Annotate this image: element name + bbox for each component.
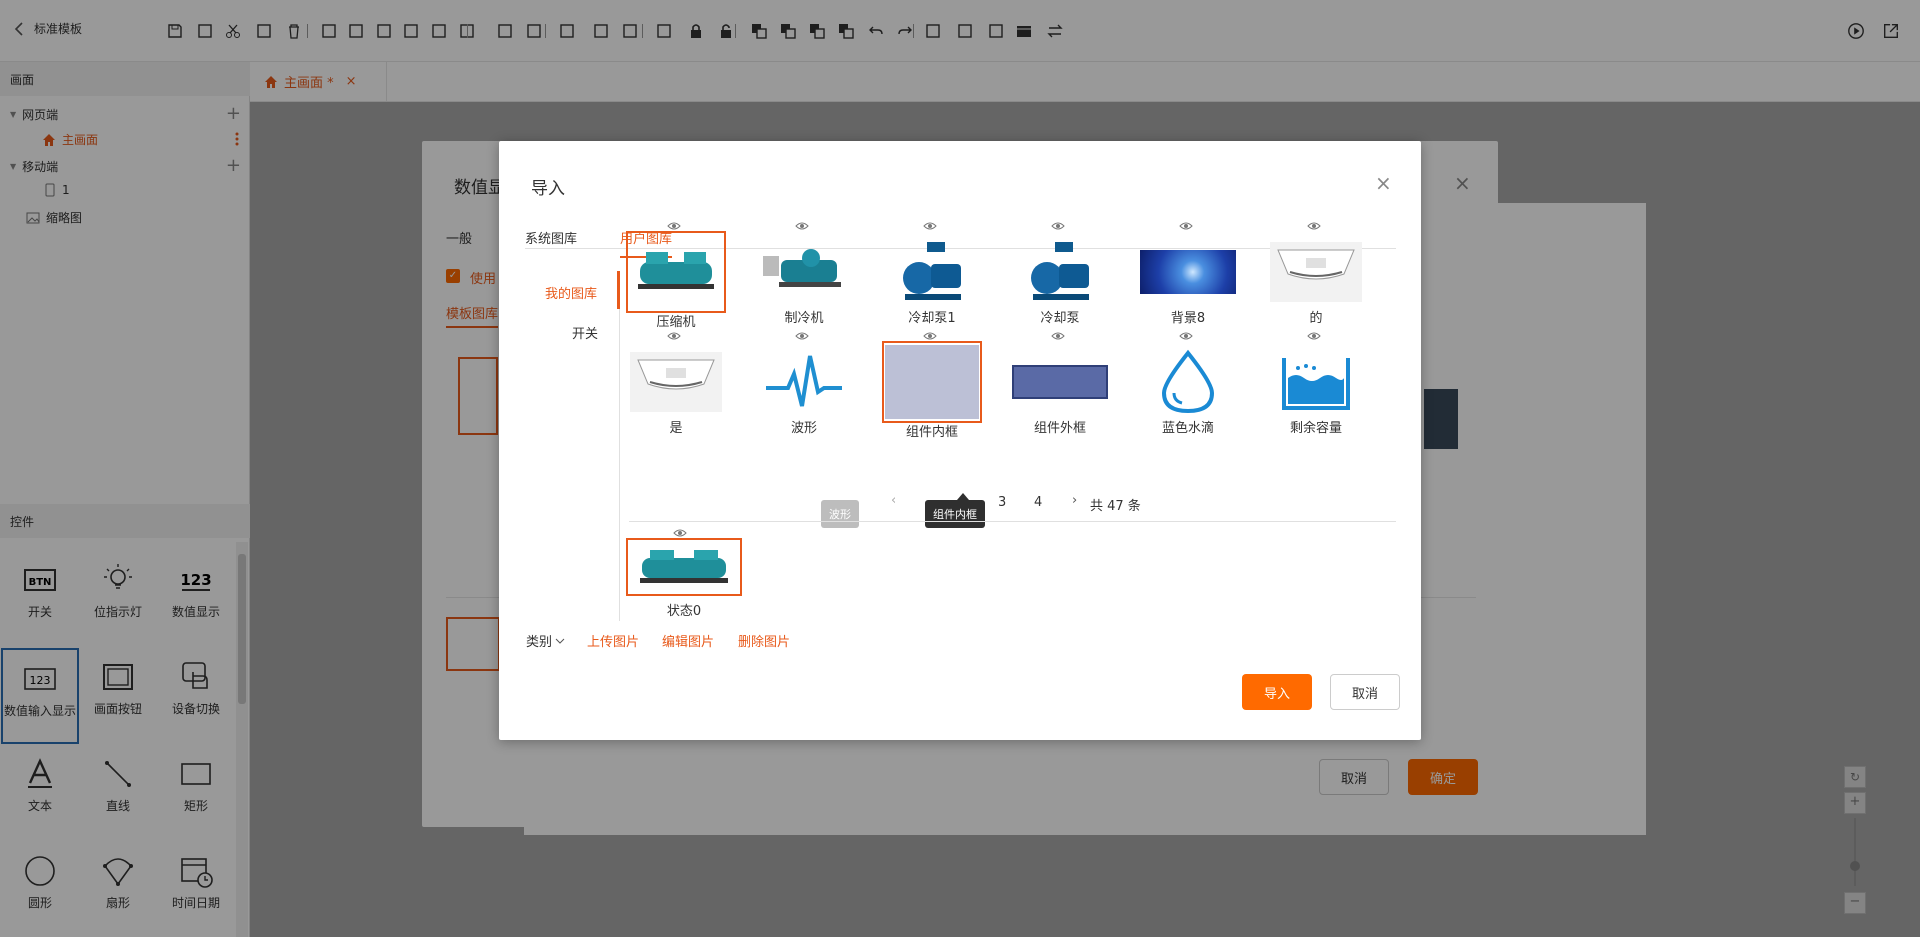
library-item[interactable]: 冷却泵1 (880, 221, 980, 326)
compressor-icon (640, 550, 728, 583)
library-item-label: 波形 (790, 421, 817, 436)
library-item[interactable]: 剩余容量 (1264, 331, 1364, 436)
import-button[interactable]: 导入 (1242, 674, 1312, 710)
eye-icon (1051, 332, 1065, 340)
gray-rect-icon[interactable] (882, 341, 982, 423)
tooltip-wave: 波形 (821, 500, 859, 528)
library-item-label: 压缩机 (656, 315, 696, 330)
library-item-label: 制冷机 (784, 311, 824, 326)
category-dropdown-label: 类别 (526, 635, 553, 650)
library-item[interactable]: 冷却泵 (1008, 221, 1108, 326)
library-item[interactable]: 背景8 (1136, 221, 1236, 326)
library-item[interactable]: 是 (624, 331, 724, 436)
page-3-button[interactable]: 3 (998, 495, 1006, 510)
library-item-label: 的 (1309, 311, 1323, 326)
library-item-label: 组件内框 (905, 425, 958, 440)
library-item-label: 背景8 (1170, 311, 1206, 326)
page-prev-button[interactable]: ‹ (891, 493, 896, 508)
eye-icon (1307, 332, 1321, 340)
eye-icon (1179, 222, 1193, 230)
library-item[interactable]: 波形 (752, 331, 852, 436)
navy-rect-icon[interactable] (1012, 343, 1108, 421)
category-dropdown[interactable]: 类别 (526, 631, 565, 650)
ceiling-ac-icon[interactable] (628, 343, 724, 421)
bottom-library-item[interactable]: 状态0 (624, 528, 744, 628)
bottom-item-label: 状态0 (666, 604, 702, 619)
pump-icon[interactable] (1012, 233, 1108, 311)
eye-icon (673, 529, 687, 537)
compressor-icon[interactable] (626, 231, 726, 313)
bottom-item-thumb[interactable] (626, 538, 742, 596)
close-icon[interactable]: × (1375, 171, 1392, 195)
library-item-label: 组件外框 (1033, 421, 1086, 436)
library-item-label: 是 (669, 421, 683, 436)
category-switch[interactable]: 开关 (572, 323, 598, 342)
delete-image-link[interactable]: 删除图片 (738, 631, 790, 650)
library-item[interactable]: 压缩机 (624, 221, 726, 330)
cancel-button[interactable]: 取消 (1330, 674, 1400, 710)
eye-icon (1307, 222, 1321, 230)
chiller-icon[interactable] (756, 233, 852, 311)
import-dialog-title: 导入 (531, 179, 565, 199)
page-total: 共 47 条 (1090, 499, 1141, 514)
upload-image-link[interactable]: 上传图片 (587, 631, 639, 650)
tank-level-icon[interactable] (1268, 343, 1364, 421)
page-next-button[interactable]: › (1072, 493, 1077, 508)
eye-icon (795, 332, 809, 340)
import-dialog: 导入 × 系统图库 用户图库 我的图库 开关 压缩机 制冷机 冷却泵1 冷却泵 背景8 的… (499, 141, 1421, 740)
library-item-label: 剩余容量 (1289, 421, 1342, 436)
waveform-icon[interactable] (756, 343, 852, 421)
edit-image-link[interactable]: 编辑图片 (662, 631, 714, 650)
pump-icon[interactable] (884, 233, 980, 311)
eye-icon (923, 332, 937, 340)
library-item[interactable]: 组件外框 (1008, 331, 1108, 436)
eye-icon (1051, 222, 1065, 230)
tab-system-library[interactable]: 系统图库 (525, 228, 577, 247)
eye-icon (667, 222, 681, 230)
tooltip-inner-frame: 组件内框 (925, 500, 985, 528)
library-item-label: 冷却泵 (1040, 311, 1080, 326)
library-item-label: 冷却泵1 (908, 311, 956, 326)
eye-icon (1179, 332, 1193, 340)
library-item-label: 蓝色水滴 (1161, 421, 1214, 436)
library-item[interactable]: 的 (1264, 221, 1364, 326)
category-my-library[interactable]: 我的图库 (545, 283, 597, 302)
eye-icon (923, 222, 937, 230)
library-item[interactable]: 组件内框 (880, 331, 982, 440)
page-4-button[interactable]: 4 (1034, 495, 1042, 510)
library-item[interactable]: 蓝色水滴 (1136, 331, 1236, 436)
eye-icon (795, 222, 809, 230)
water-drop-icon[interactable] (1140, 343, 1236, 421)
ceiling-ac-icon[interactable] (1268, 233, 1364, 311)
blue-background-icon[interactable] (1140, 233, 1236, 311)
eye-icon (667, 332, 681, 340)
library-item[interactable]: 制冷机 (752, 221, 852, 326)
chevron-down-icon (555, 638, 565, 644)
